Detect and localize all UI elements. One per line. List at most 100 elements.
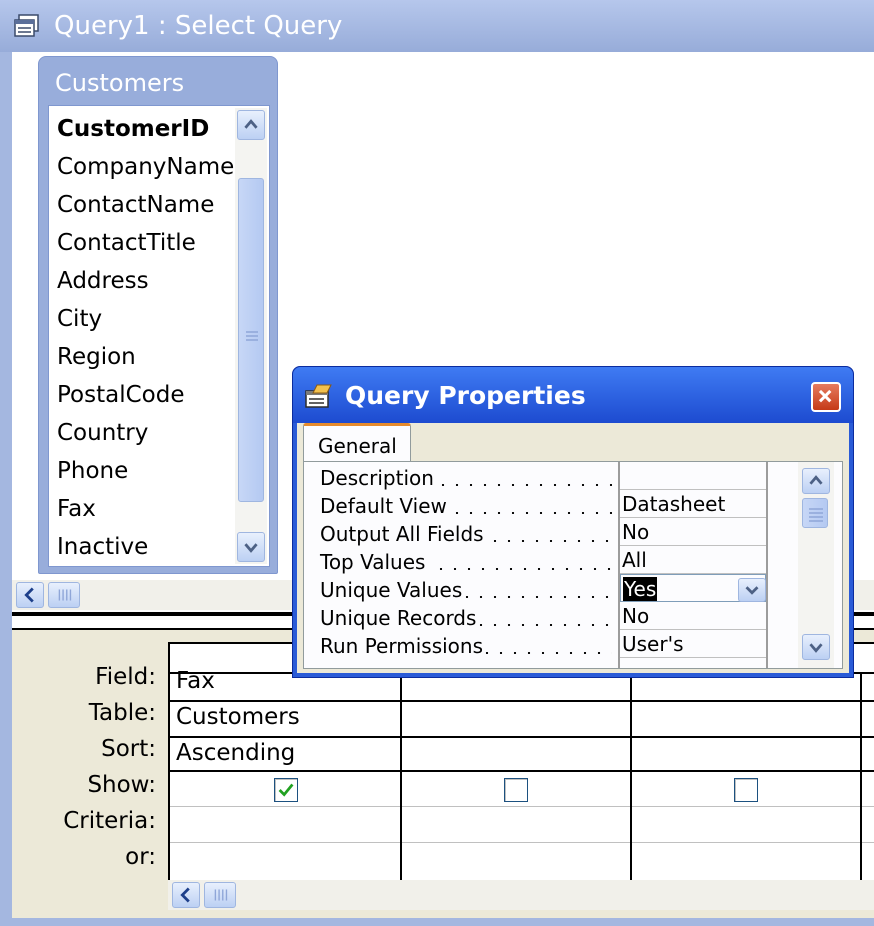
field-list-scroll-up-button[interactable] <box>237 110 265 140</box>
window-titlebar[interactable]: Query1 : Select Query <box>0 0 874 52</box>
property-label-top-values: Top Values <box>320 550 426 574</box>
field-list-scroll-down-button[interactable] <box>237 532 265 562</box>
query-icon <box>14 14 40 38</box>
property-label-unique-values: Unique Values <box>320 578 463 602</box>
row-label-show: Show: <box>87 772 156 798</box>
property-value-default-view[interactable]: Datasheet <box>620 490 766 518</box>
dialog-title: Query Properties <box>345 381 586 410</box>
row-label-or: or: <box>125 844 156 870</box>
design-grid-scroll-thumb[interactable] <box>204 882 236 908</box>
table-pane-scroll-left-button[interactable] <box>16 582 44 608</box>
property-value-top-values[interactable]: All <box>620 546 766 574</box>
property-label-run-permissions: Run Permissions <box>320 634 483 658</box>
dot-leader <box>460 596 612 598</box>
dot-leader <box>480 652 612 654</box>
scroll-left-arrow-icon <box>180 887 190 903</box>
scroll-up-arrow-icon <box>809 475 823 485</box>
show-checkbox-col1[interactable] <box>274 778 298 802</box>
field-region[interactable]: Region <box>57 344 136 370</box>
property-sheet-scroll-up-button[interactable] <box>802 468 830 494</box>
property-sheet-scroll-thumb[interactable] <box>802 498 828 528</box>
unique-values-selected-text[interactable]: Yes <box>623 577 658 601</box>
dot-leader <box>436 484 612 486</box>
tab-panel: Description Default View Datasheet Outpu… <box>303 461 843 669</box>
dot-leader <box>474 624 612 626</box>
close-button[interactable] <box>811 382 841 412</box>
grid-line <box>400 674 402 882</box>
field-contactname[interactable]: ContactName <box>57 192 214 218</box>
checkmark-icon <box>278 783 294 797</box>
property-label-unique-records: Unique Records <box>320 606 477 630</box>
property-sheet-scroll-down-button[interactable] <box>802 634 830 660</box>
field-inactive[interactable]: Inactive <box>57 534 148 560</box>
close-icon <box>818 389 832 403</box>
unique-values-dropdown-button[interactable] <box>738 578 766 602</box>
show-checkbox-col2[interactable] <box>504 778 528 802</box>
property-label-default-view: Default View <box>320 494 447 518</box>
dot-leader <box>450 512 612 514</box>
row-label-sort: Sort: <box>101 736 156 762</box>
row-label-criteria: Criteria: <box>63 808 156 834</box>
field-customerid[interactable]: CustomerID <box>57 116 209 142</box>
field-companyname[interactable]: CompanyName <box>57 154 234 180</box>
grid-line <box>170 736 874 738</box>
dialog-body: General Description Default View Datashe… <box>297 423 849 673</box>
dot-leader <box>488 540 612 542</box>
field-fax[interactable]: Fax <box>57 496 96 522</box>
grid-field-cell[interactable]: Fax <box>176 668 215 694</box>
field-address[interactable]: Address <box>57 268 149 294</box>
scroll-down-arrow-icon <box>244 543 258 553</box>
property-value-description[interactable] <box>620 462 766 490</box>
dropdown-arrow-icon <box>745 586 759 595</box>
show-checkbox-col3[interactable] <box>734 778 758 802</box>
grid-line <box>630 674 632 882</box>
query-design-window: Query1 : Select Query Customers Customer… <box>0 0 874 926</box>
field-postalcode[interactable]: PostalCode <box>57 382 185 408</box>
property-sheet-scrollbar[interactable] <box>798 462 834 668</box>
field-list-body: CustomerID CompanyName ContactName Conta… <box>48 105 270 567</box>
design-grid-scroll-left-button[interactable] <box>172 882 200 908</box>
dot-leader <box>434 568 612 570</box>
window-title: Query1 : Select Query <box>54 11 343 41</box>
grid-line <box>170 770 874 772</box>
property-value-output-all-fields[interactable]: No <box>620 518 766 546</box>
property-value-unique-records[interactable]: No <box>620 602 766 630</box>
grid-sort-cell[interactable]: Ascending <box>176 740 295 766</box>
field-phone[interactable]: Phone <box>57 458 128 484</box>
grid-line <box>170 842 874 843</box>
field-list-scrollbar[interactable] <box>235 108 267 564</box>
window-left-border <box>0 52 12 926</box>
grid-line <box>860 674 862 882</box>
query-properties-dialog: Query Properties General Description Def… <box>292 366 854 678</box>
design-grid-horizontal-scrollbar[interactable] <box>168 880 874 910</box>
grid-table-cell[interactable]: Customers <box>176 704 300 730</box>
field-country[interactable]: Country <box>57 420 148 446</box>
property-value-run-permissions[interactable]: User's <box>620 630 766 658</box>
property-sheet: Description Default View Datasheet Outpu… <box>308 462 768 668</box>
scroll-left-arrow-icon <box>24 587 34 603</box>
scroll-down-arrow-icon <box>809 643 823 653</box>
field-list-customers[interactable]: Customers CustomerID CompanyName Contact… <box>38 56 278 574</box>
scroll-up-arrow-icon <box>244 119 258 129</box>
property-label-output-all-fields: Output All Fields <box>320 522 484 546</box>
row-label-table: Table: <box>88 700 156 726</box>
field-contacttitle[interactable]: ContactTitle <box>57 230 196 256</box>
grip-icon <box>809 508 823 522</box>
properties-icon <box>305 383 333 409</box>
tab-general[interactable]: General <box>303 423 411 463</box>
grip-icon <box>246 331 258 341</box>
table-pane-scroll-thumb[interactable] <box>48 582 80 608</box>
grid-line <box>170 700 874 702</box>
tab-general-label: General <box>318 434 397 458</box>
grip-icon <box>58 589 72 601</box>
field-list-scroll-thumb[interactable] <box>238 178 264 502</box>
field-city[interactable]: City <box>57 306 102 332</box>
dialog-titlebar[interactable]: Query Properties <box>293 367 853 423</box>
property-label-description: Description <box>320 466 434 490</box>
field-list-title[interactable]: Customers <box>55 69 184 97</box>
grip-icon <box>214 889 228 901</box>
grid-line <box>170 806 874 807</box>
property-divider <box>766 462 768 668</box>
window-bottom-border <box>0 918 874 926</box>
row-label-field: Field: <box>95 664 156 690</box>
